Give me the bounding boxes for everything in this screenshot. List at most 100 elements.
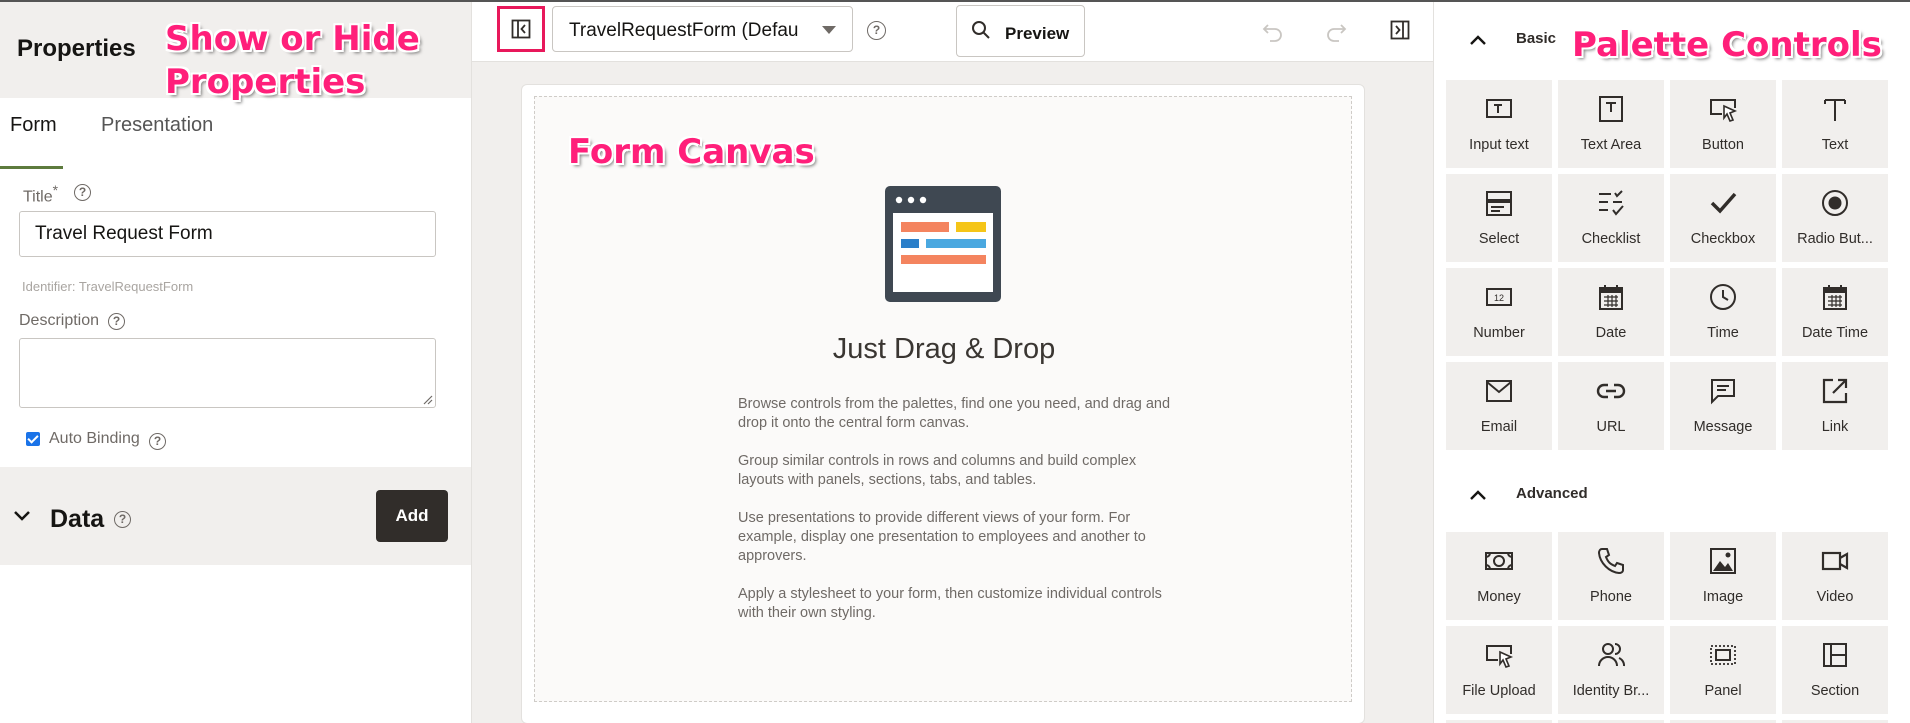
select-icon xyxy=(1486,191,1512,216)
palette-panel: Basic Input text Text Area Button Text S… xyxy=(1433,2,1910,723)
input-text-icon xyxy=(1486,99,1512,118)
palette-item-radio-button[interactable]: Radio But... xyxy=(1782,174,1888,262)
palette-item-input-text[interactable]: Input text xyxy=(1446,80,1552,168)
palette-item-label: Checklist xyxy=(1581,231,1641,247)
palette-item-url[interactable]: URL xyxy=(1558,362,1664,450)
palette-item-label: Number xyxy=(1473,325,1525,341)
palette-item-email[interactable]: Email xyxy=(1446,362,1552,450)
palette-item-number[interactable]: 12 Number xyxy=(1446,268,1552,356)
tab-form[interactable]: Form xyxy=(10,114,57,137)
palette-item-checklist[interactable]: Checklist xyxy=(1558,174,1664,262)
palette-item-checkbox[interactable]: Checkbox xyxy=(1670,174,1776,262)
data-help-icon[interactable]: ? xyxy=(114,511,131,528)
description-help-icon[interactable]: ? xyxy=(108,313,125,330)
palette-item-button[interactable]: Button xyxy=(1670,80,1776,168)
active-tab-indicator xyxy=(0,166,63,169)
palette-item-time[interactable]: Time xyxy=(1670,268,1776,356)
chevron-down-icon[interactable] xyxy=(12,505,32,525)
palette-item-message[interactable]: Message xyxy=(1670,362,1776,450)
palette-item-section[interactable]: Section xyxy=(1782,626,1888,714)
date-time-icon xyxy=(1823,285,1847,310)
svg-text:12: 12 xyxy=(1494,293,1504,303)
panel-collapse-right-icon[interactable] xyxy=(1390,20,1410,40)
redo-icon[interactable] xyxy=(1325,22,1347,42)
palette-item-file-upload[interactable]: File Upload xyxy=(1446,626,1552,714)
palette-item-select[interactable]: Select xyxy=(1446,174,1552,262)
palette-item-link[interactable]: Link xyxy=(1782,362,1888,450)
undo-icon[interactable] xyxy=(1262,22,1284,42)
palette-item-label: Message xyxy=(1693,419,1753,435)
palette-item-label: Section xyxy=(1810,683,1860,699)
palette-item-phone[interactable]: Phone xyxy=(1558,532,1664,620)
preview-button[interactable]: Preview xyxy=(956,5,1085,57)
palette-item-label: Checkbox xyxy=(1690,231,1756,247)
preview-label: Preview xyxy=(1005,24,1070,43)
palette-item-date[interactable]: Date xyxy=(1558,268,1664,356)
palette-item-label: Phone xyxy=(1590,589,1632,605)
auto-binding-help-icon[interactable]: ? xyxy=(149,433,166,450)
title-field-label: Title* xyxy=(23,182,59,206)
palette-item-label: Email xyxy=(1480,419,1518,435)
palette-item-label: Text Area xyxy=(1580,137,1642,153)
palette-item-text[interactable]: Text xyxy=(1782,80,1888,168)
palette-item-money[interactable]: Money xyxy=(1446,532,1552,620)
palette-item-identity-browser[interactable]: Identity Br... xyxy=(1558,626,1664,714)
url-icon xyxy=(1596,383,1626,399)
title-input[interactable]: Travel Request Form xyxy=(19,211,436,257)
form-select-value: TravelRequestForm (Defau xyxy=(569,20,799,41)
palette-item-label: URL xyxy=(1596,419,1626,435)
palette-item-label: Time xyxy=(1707,325,1739,341)
money-icon xyxy=(1485,552,1513,570)
palette-item-label: Select xyxy=(1478,231,1520,247)
palette-item-text-area[interactable]: Text Area xyxy=(1558,80,1664,168)
button-icon xyxy=(1710,99,1738,122)
resize-grip-icon[interactable] xyxy=(423,395,433,405)
palette-item-video[interactable]: Video xyxy=(1782,532,1888,620)
canvas-drop-zone[interactable]: Just Drag & Drop Browse controls from th… xyxy=(534,96,1352,702)
number-icon: 12 xyxy=(1486,288,1512,306)
add-data-button[interactable]: Add xyxy=(376,490,448,542)
palette-item-label: Image xyxy=(1702,589,1744,605)
canvas-paragraph-1: Browse controls from the palettes, find … xyxy=(738,396,1171,431)
chevron-down-icon xyxy=(822,26,836,34)
description-field-label: Description xyxy=(19,312,100,329)
message-icon xyxy=(1711,379,1735,405)
description-textarea[interactable] xyxy=(19,338,436,408)
title-help-icon[interactable]: ? xyxy=(74,184,91,201)
time-icon xyxy=(1710,284,1736,310)
palette-item-label: Money xyxy=(1477,589,1521,605)
checklist-icon xyxy=(1599,190,1624,216)
form-presentation-select[interactable]: TravelRequestForm (Defau xyxy=(552,6,853,52)
toggle-properties-button[interactable] xyxy=(497,6,545,52)
data-section-label: Data xyxy=(50,505,105,533)
properties-panel: Properties Form Presentation Title* ? Tr… xyxy=(0,2,472,723)
palette-item-image[interactable]: Image xyxy=(1670,532,1776,620)
canvas-paragraph-3: Use presentations to provide different v… xyxy=(738,510,1146,564)
tab-presentation[interactable]: Presentation xyxy=(101,114,213,137)
canvas-paragraph-2: Group similar controls in rows and colum… xyxy=(738,453,1137,488)
palette-item-date-time[interactable]: Date Time xyxy=(1782,268,1888,356)
identity-browser-icon xyxy=(1598,643,1625,667)
palette-item-label: Input text xyxy=(1469,137,1529,153)
auto-binding-checkbox[interactable] xyxy=(26,432,40,446)
drag-drop-illustration-icon xyxy=(885,186,1001,302)
palette-advanced-label: Advanced xyxy=(1516,485,1588,502)
video-icon xyxy=(1821,551,1849,571)
annotation-show-hide-line-1: Show or Hide xyxy=(165,19,420,59)
chevron-up-icon xyxy=(1470,490,1486,500)
annotation-form-canvas: Form Canvas xyxy=(568,132,815,172)
identifier-text: Identifier: TravelRequestForm xyxy=(22,279,194,294)
text-area-icon xyxy=(1599,96,1623,122)
palette-item-panel[interactable]: Panel xyxy=(1670,626,1776,714)
palette-item-label: Button xyxy=(1702,137,1744,153)
link-icon xyxy=(1822,378,1848,404)
data-section-header: Data ? Add xyxy=(0,467,471,565)
email-icon xyxy=(1486,380,1512,402)
form-canvas-area: TravelRequestForm (Defau ? Preview Just … xyxy=(472,2,1433,723)
date-icon xyxy=(1599,285,1623,310)
image-icon xyxy=(1710,548,1736,574)
palette-item-label: Radio But... xyxy=(1797,231,1873,247)
select-help-icon[interactable]: ? xyxy=(867,21,886,40)
chevron-up-icon xyxy=(1470,35,1486,45)
form-designer: Properties Form Presentation Title* ? Tr… xyxy=(0,0,1910,723)
